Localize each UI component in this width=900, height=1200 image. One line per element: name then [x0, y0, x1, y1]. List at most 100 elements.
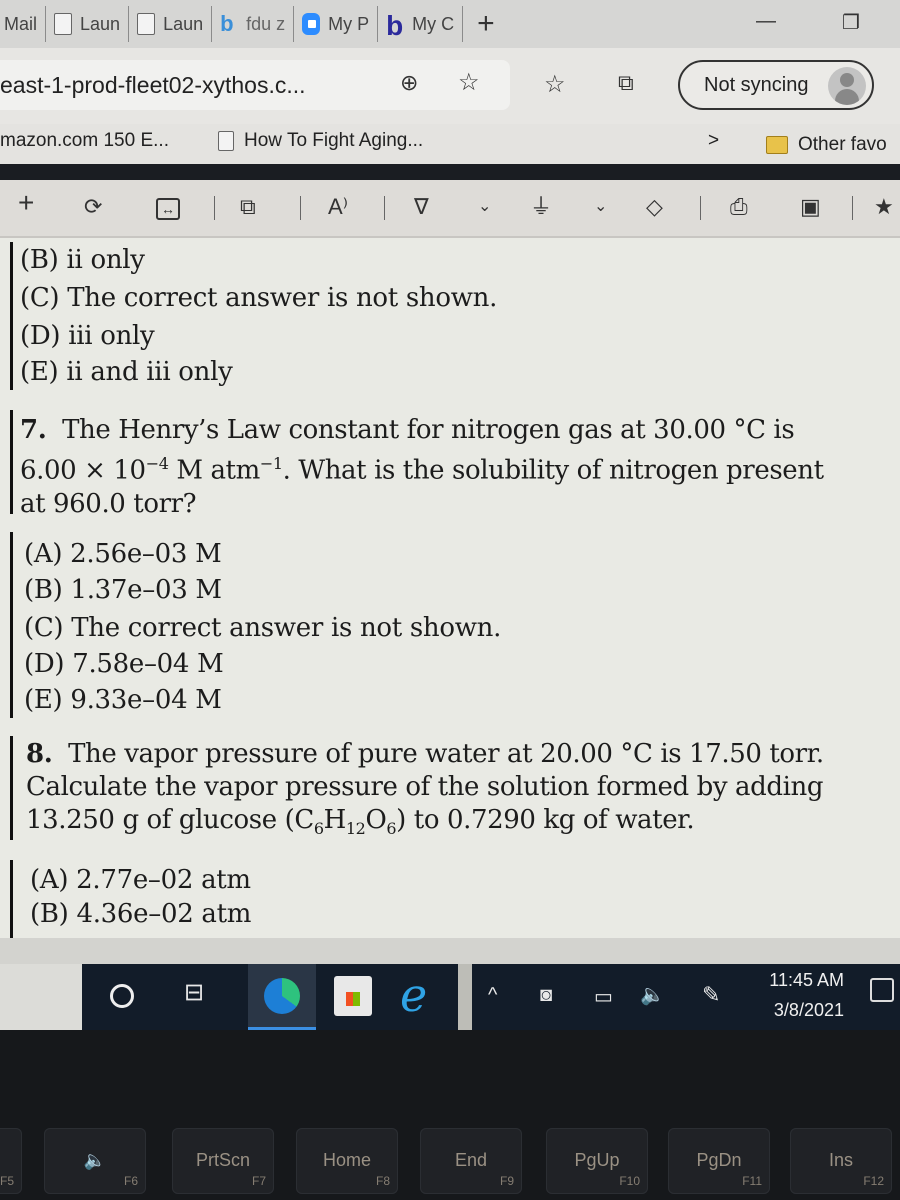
option-line: (D) 7.58e–04 M: [24, 649, 224, 679]
tab-fdu[interactable]: b fdu z: [212, 6, 295, 42]
key-f5: F5: [0, 1128, 22, 1194]
tab-my-p[interactable]: My P: [294, 6, 379, 42]
desktop-strip: [0, 964, 82, 1030]
tab-label: fdu z: [246, 13, 286, 34]
key-f8-home: Home F8: [296, 1128, 398, 1194]
eraser-icon[interactable]: ◇: [646, 194, 663, 220]
print-icon[interactable]: ⎙: [730, 194, 748, 220]
page-view-icon[interactable]: ⧉: [240, 194, 256, 220]
window-bottom-edge: [0, 938, 900, 966]
save-icon[interactable]: ▣: [800, 194, 821, 220]
add-button[interactable]: +: [18, 189, 34, 217]
tab-laun-1[interactable]: Laun: [46, 6, 130, 42]
tab-my-c[interactable]: b My C: [378, 6, 464, 42]
pen-icon[interactable]: ✎: [702, 982, 720, 1008]
key-f11-pgdn: PgDn F11: [668, 1128, 770, 1194]
clock-time[interactable]: 11:45 AM: [769, 970, 844, 991]
cortana-icon[interactable]: [110, 984, 134, 1008]
pdf-toolbar: + ⟳ ↔ ⧉ A⁾ ∇ ⌄ ⏚ ⌄ ◇ ⎙ ▣ ★: [0, 180, 900, 238]
tab-mail[interactable]: Mail: [0, 6, 47, 42]
address-bar[interactable]: east-1-prod-fleet02-xythos.c... ⊕ ☆: [0, 60, 510, 110]
favorite-label: mazon.com 150 E...: [0, 130, 169, 151]
option-line: (B) 4.36e–02 atm: [30, 899, 252, 929]
tab-label: My P: [328, 13, 370, 34]
option-line: (A) 2.77e–02 atm: [30, 865, 251, 895]
collections-icon[interactable]: ⧉: [618, 70, 634, 96]
favorites-bar: mazon.com 150 E... How To Fight Aging...…: [0, 124, 900, 164]
option-block-bar: [10, 860, 13, 938]
highlight-options-chevron-icon[interactable]: ⌄: [594, 194, 607, 220]
draw-icon[interactable]: ∇: [414, 194, 429, 220]
url-text: east-1-prod-fleet02-xythos.c...: [0, 72, 306, 98]
zoom-in-icon[interactable]: ⊕: [400, 70, 418, 96]
minimize-button[interactable]: —: [756, 10, 776, 33]
tab-label: Mail: [4, 13, 38, 34]
toolbar-divider: [214, 196, 215, 220]
folder-icon: [766, 136, 788, 154]
laptop-keyboard: F5 🔈 F6 PrtScn F7 Home F8 End F9 PgUp F10 PgD…: [0, 1030, 900, 1200]
question-block-bar: [10, 410, 13, 514]
other-favorites-label: Other favo: [798, 134, 887, 155]
pdf-document: (B) ii only (C) The correct answer is no…: [0, 238, 900, 938]
favorite-how-to-fight-aging[interactable]: How To Fight Aging...: [218, 130, 423, 152]
battery-icon[interactable]: ▭: [594, 984, 613, 1009]
toolbar-divider: [700, 196, 701, 220]
new-tab-button[interactable]: +: [463, 9, 509, 39]
question-7-text: 7. The Henry’s Law constant for nitrogen…: [20, 415, 824, 519]
zoom-video-icon: [302, 13, 321, 35]
tab-label: Laun: [163, 13, 204, 34]
favorites-overflow-button[interactable]: >: [708, 130, 719, 152]
profile-sync-button[interactable]: Not syncing: [678, 60, 874, 110]
restore-button[interactable]: ❐: [842, 10, 860, 35]
key-f10-pgup: PgUp F10: [546, 1128, 648, 1194]
other-favorites[interactable]: Other favo: [766, 134, 887, 156]
speaker-icon[interactable]: 🔈: [640, 982, 665, 1007]
toolbar-divider: [300, 196, 301, 220]
taskbar-edge-button[interactable]: [248, 964, 316, 1030]
avatar: [828, 67, 866, 105]
key-f9-end: End F9: [420, 1128, 522, 1194]
store-icon[interactable]: [334, 976, 372, 1016]
favorites-icon[interactable]: ☆: [544, 70, 566, 99]
option-line: (B) 1.37e–03 M: [24, 575, 222, 605]
b-logo-icon: b: [386, 10, 404, 41]
toolbar-divider: [384, 196, 385, 220]
highlight-icon[interactable]: ⏚: [530, 194, 552, 220]
read-aloud-icon[interactable]: A⁾: [328, 194, 348, 220]
document-icon: [218, 131, 234, 151]
camera-icon[interactable]: ◙: [540, 984, 552, 1007]
windows-taskbar: ⊟ e ^ ◙ ▭ 🔈 ✎ 11:45 AM 3/8/2021: [0, 964, 900, 1030]
favorite-amazon[interactable]: mazon.com 150 E...: [0, 130, 169, 152]
option-line: (A) 2.56e–03 M: [24, 539, 222, 569]
option-line: (C) The correct answer is not shown.: [20, 283, 498, 313]
draw-options-chevron-icon[interactable]: ⌄: [478, 194, 491, 220]
address-bar-row: east-1-prod-fleet02-xythos.c... ⊕ ☆ ☆ ⧉ …: [0, 48, 900, 124]
document-icon: [54, 13, 73, 35]
internet-explorer-icon[interactable]: e: [400, 972, 427, 1018]
tab-laun-2[interactable]: Laun: [129, 6, 213, 42]
toolbar-divider: [852, 196, 853, 220]
option-line: (C) The correct answer is not shown.: [24, 613, 502, 643]
document-icon: [137, 13, 156, 35]
option-line: (D) iii only: [20, 321, 155, 351]
task-view-icon[interactable]: ⊟: [184, 978, 204, 1007]
edge-icon: [264, 978, 300, 1014]
fit-width-icon[interactable]: ↔: [156, 198, 180, 220]
option-line: (E) ii and iii only: [20, 357, 233, 387]
key-f6-mute: 🔈 F6: [44, 1128, 146, 1194]
option-block-bar: [10, 242, 13, 390]
bing-icon: b: [220, 11, 234, 36]
question-block-bar: [10, 736, 13, 840]
tray-overflow-chevron-icon[interactable]: ^: [488, 984, 497, 1007]
key-f7-prtscn: PrtScn F7: [172, 1128, 274, 1194]
pin-icon[interactable]: ★: [874, 194, 894, 220]
add-favorite-icon[interactable]: ☆: [458, 68, 480, 97]
option-block-bar: [10, 532, 13, 718]
option-line: (B) ii only: [20, 245, 145, 275]
question-8-text: 8. The vapor pressure of pure water at 2…: [26, 739, 824, 839]
clock-date[interactable]: 3/8/2021: [774, 1000, 844, 1021]
rotate-icon[interactable]: ⟳: [84, 194, 102, 220]
option-line: (E) 9.33e–04 M: [24, 685, 222, 715]
notification-center-icon[interactable]: [870, 978, 894, 1002]
key-f12-ins: Ins F12: [790, 1128, 892, 1194]
